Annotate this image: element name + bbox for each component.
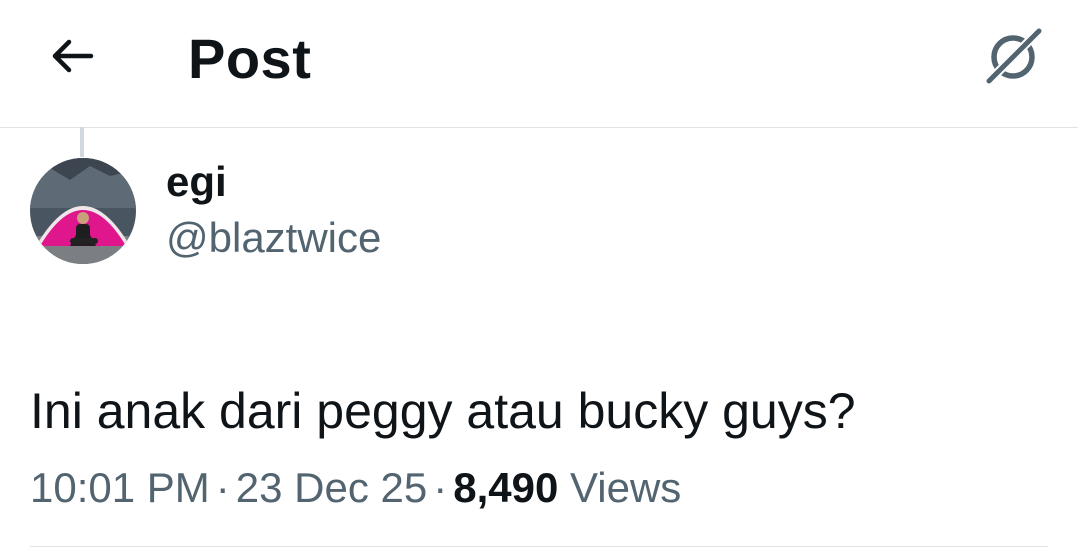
arrow-left-icon (52, 39, 94, 73)
back-button[interactable] (42, 28, 102, 84)
grok-button[interactable] (978, 22, 1050, 90)
views-count[interactable]: 8,490 (453, 464, 558, 511)
page-title: Post (188, 27, 312, 90)
divider (30, 546, 1048, 547)
tweet-time[interactable]: 10:01 PM (30, 464, 210, 511)
meta-separator: · (433, 464, 448, 511)
tweet-text: Ini anak dari peggy atau bucky guys? (30, 383, 856, 439)
meta-separator: · (215, 464, 230, 511)
avatar[interactable] (30, 158, 136, 264)
author-display-name[interactable]: egi (166, 158, 227, 206)
tweet-meta: 10:01 PM · 23 Dec 25 · 8,490 Views (30, 464, 681, 512)
thread-connector-line (80, 127, 84, 157)
views-label[interactable]: Views (570, 464, 681, 511)
top-bar: Post (0, 0, 1078, 128)
author-handle[interactable]: @blaztwice (166, 214, 381, 262)
avatar-image (30, 158, 136, 264)
tweet-date[interactable]: 23 Dec 25 (236, 464, 427, 511)
grok-icon (984, 26, 1044, 86)
